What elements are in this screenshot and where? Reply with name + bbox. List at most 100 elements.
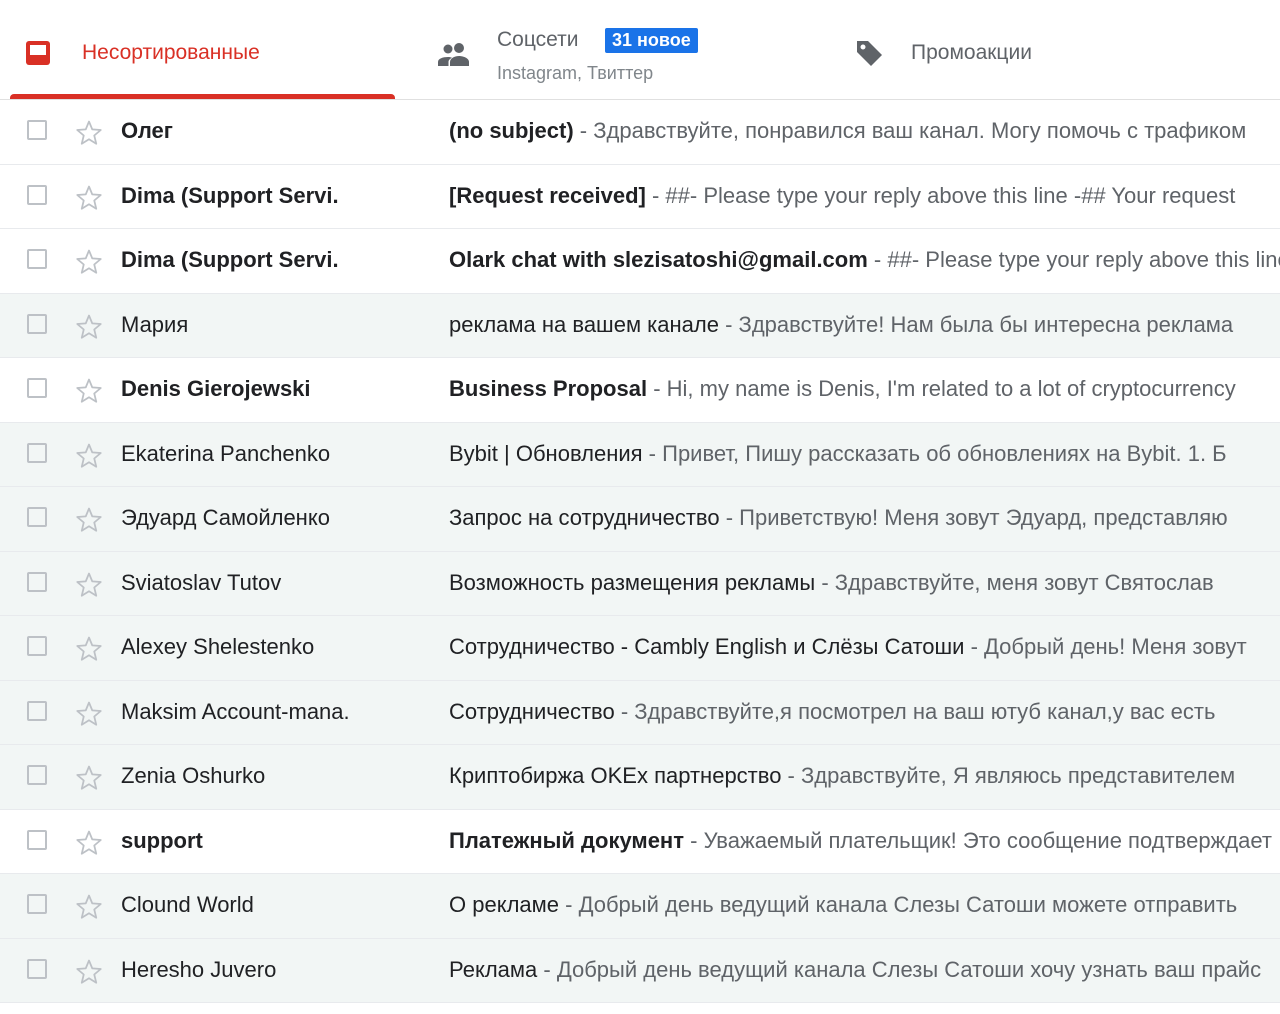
- email-subject: О рекламе: [449, 892, 559, 917]
- email-preview: Здравствуйте! Нам была бы интересна рекл…: [738, 311, 1234, 337]
- inbox-icon: [26, 41, 50, 65]
- tab-promotions[interactable]: Промоакции: [840, 8, 1240, 99]
- email-row[interactable]: Heresho Juvero Реклама - Добрый день веду…: [0, 938, 1280, 1003]
- select-checkbox[interactable]: [27, 894, 47, 914]
- email-snippet: Возможность размещения рекламы - Здравст…: [449, 570, 1280, 596]
- email-list: Олег (no subject) - Здравствуйте, понрави…: [0, 100, 1280, 1003]
- email-snippet: Запрос на сотрудничество - Приветствую! …: [449, 505, 1280, 531]
- email-preview: Hi, my name is Denis, I'm related to a l…: [666, 376, 1236, 401]
- email-row[interactable]: Олег (no subject) - Здравствуйте, понрави…: [0, 100, 1280, 165]
- email-subject: Olark chat with slezisatoshi@gmail.com: [449, 247, 868, 272]
- star-icon[interactable]: [74, 892, 104, 922]
- select-checkbox[interactable]: [27, 184, 47, 205]
- email-sender: support: [121, 827, 203, 853]
- email-snippet: Платежный документ - Уважаемый плательщи…: [449, 828, 1280, 854]
- email-preview: Уважаемый плательщик! Это сообщение подт…: [703, 827, 1272, 853]
- star-icon[interactable]: [74, 505, 104, 535]
- select-checkbox[interactable]: [27, 249, 47, 269]
- tag-icon: [857, 41, 882, 66]
- email-snippet: [Request received] - ##- Please type you…: [449, 183, 1280, 209]
- email-sender: Dima (Support Servi.: [121, 247, 339, 272]
- star-icon[interactable]: [74, 763, 104, 793]
- select-checkbox[interactable]: [27, 636, 47, 656]
- select-checkbox[interactable]: [27, 120, 47, 140]
- star-icon[interactable]: [74, 183, 104, 213]
- star-icon[interactable]: [74, 247, 104, 277]
- email-sender: Heresho Juvero: [121, 956, 277, 982]
- email-subject: Сотрудничество - Cambly English и Слёзы …: [449, 634, 965, 659]
- new-count-badge: 31 новое: [605, 28, 698, 53]
- email-row[interactable]: Sviatoslav Tutov Возможность размещения р…: [0, 551, 1280, 616]
- tab-primary[interactable]: Несортированные: [10, 8, 395, 99]
- category-tabs: Несортированные Соцсети 31 новое Instagr…: [0, 8, 1280, 100]
- email-preview: Добрый день ведущий канала Слезы Сатоши …: [578, 892, 1238, 917]
- tab-social-label: Соцсети: [497, 28, 579, 51]
- snippet-separator: -: [815, 569, 835, 595]
- select-checkbox[interactable]: [27, 378, 47, 398]
- email-row[interactable]: Clound World О рекламе - Добрый день веду…: [0, 874, 1280, 939]
- tab-social-senders: Instagram, Твиттер: [497, 63, 654, 83]
- snippet-separator: -: [719, 505, 740, 530]
- email-preview: ##- Please type your reply above this li…: [665, 182, 1236, 208]
- select-checkbox[interactable]: [27, 700, 47, 721]
- email-subject: Платежный документ: [449, 827, 684, 853]
- email-sender: Эдуард Самойленко: [121, 505, 330, 530]
- star-icon[interactable]: [74, 312, 104, 342]
- select-checkbox[interactable]: [27, 571, 47, 592]
- email-subject: [Request received]: [449, 182, 646, 208]
- email-sender: Dima (Support Servi.: [121, 182, 339, 208]
- select-checkbox[interactable]: [27, 829, 47, 850]
- email-sender: Denis Gierojewski: [121, 376, 311, 401]
- email-sender: Clound World: [121, 892, 254, 917]
- email-row[interactable]: support Платежный документ - Уважаемый пл…: [0, 809, 1280, 874]
- email-preview: Привет, Пишу рассказать об обновлениях н…: [662, 440, 1227, 466]
- tab-primary-label: Несортированные: [82, 41, 260, 64]
- email-snippet: Криптобиржа OKEx партнерство - Здравству…: [449, 763, 1280, 789]
- email-row[interactable]: Мария реклама на вашем канале - Здравству…: [0, 293, 1280, 358]
- star-icon[interactable]: [74, 118, 104, 148]
- email-row[interactable]: Dima (Support Servi. [Request received] -…: [0, 164, 1280, 229]
- email-subject: Возможность размещения рекламы: [449, 569, 816, 595]
- star-icon[interactable]: [74, 570, 104, 600]
- snippet-separator: -: [559, 892, 579, 917]
- star-icon[interactable]: [74, 634, 104, 664]
- email-subject: (no subject): [449, 118, 574, 143]
- email-subject: Криптобиржа OKEx партнерство: [449, 763, 782, 788]
- email-subject: реклама на вашем канале: [449, 311, 719, 337]
- star-icon[interactable]: [74, 376, 104, 406]
- snippet-separator: -: [647, 376, 667, 401]
- star-icon[interactable]: [74, 441, 104, 471]
- email-preview: ##- Please type your reply above this li…: [887, 247, 1280, 272]
- star-icon[interactable]: [74, 957, 104, 987]
- snippet-separator: -: [614, 698, 635, 724]
- email-row[interactable]: Zenia Oshurko Криптобиржа OKEx партнерств…: [0, 745, 1280, 810]
- email-preview: Здравствуйте, понравился ваш канал. Могу…: [593, 118, 1247, 143]
- email-preview: Здравствуйте, меня зовут Святослав: [834, 569, 1214, 595]
- select-checkbox[interactable]: [27, 442, 47, 463]
- snippet-separator: -: [573, 118, 594, 143]
- email-row[interactable]: Denis Gierojewski Business Proposal - Hi,…: [0, 358, 1280, 423]
- email-row[interactable]: Dima (Support Servi. Olark chat with slez…: [0, 229, 1280, 294]
- email-subject: Business Proposal: [449, 376, 648, 401]
- email-snippet: Business Proposal - Hi, my name is Denis…: [449, 376, 1280, 402]
- email-row[interactable]: Ekaterina Panchenko Bybit | Обновления - …: [0, 422, 1280, 487]
- email-row[interactable]: Maksim Account-mana. Сотрудничество - Здр…: [0, 680, 1280, 745]
- select-checkbox[interactable]: [27, 958, 47, 979]
- star-icon[interactable]: [74, 828, 104, 858]
- tab-social[interactable]: Соцсети 31 новое Instagram, Твиттер: [420, 8, 830, 99]
- email-preview: Приветствую! Меня зовут Эдуард, представ…: [739, 505, 1228, 530]
- email-row[interactable]: Alexey Shelestenko Сотрудничество - Cambl…: [0, 616, 1280, 681]
- active-tab-indicator: [10, 94, 395, 99]
- select-checkbox[interactable]: [27, 507, 47, 527]
- snippet-separator: -: [537, 956, 557, 982]
- email-sender: Мария: [121, 311, 189, 337]
- people-icon: [438, 43, 469, 66]
- star-icon[interactable]: [74, 699, 104, 729]
- email-preview: Здравствуйте, Я являюсь представителем: [801, 763, 1236, 788]
- select-checkbox[interactable]: [27, 313, 47, 334]
- email-preview: Добрый день! Меня зовут: [984, 634, 1247, 659]
- email-snippet: Сотрудничество - Cambly English и Слёзы …: [449, 634, 1280, 660]
- email-preview: Здравствуйте,я посмотрел на ваш ютуб кан…: [634, 698, 1216, 724]
- select-checkbox[interactable]: [27, 765, 47, 785]
- email-row[interactable]: Эдуард Самойленко Запрос на сотрудничеств…: [0, 487, 1280, 552]
